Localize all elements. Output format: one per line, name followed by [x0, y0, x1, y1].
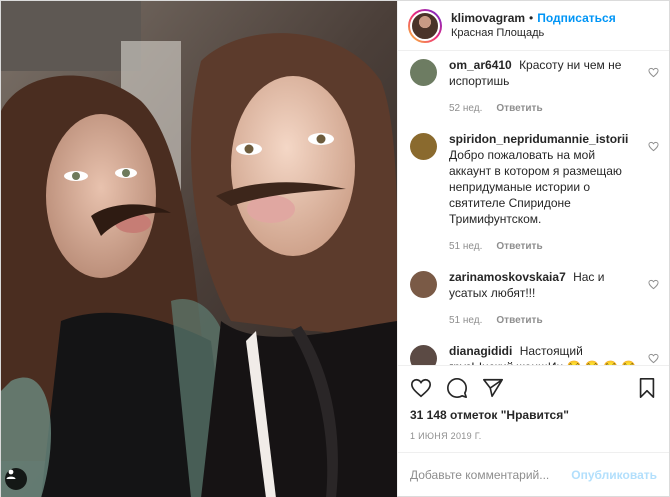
post-header: klimovagram • Подписаться Красная Площад…: [398, 1, 669, 51]
comment-age[interactable]: 51 нед.: [449, 239, 482, 255]
comment-item: zarinamoskovskaia7 Нас и усатых любят!!!…: [410, 269, 659, 329]
add-comment-bar: Опубликовать: [398, 452, 669, 496]
comment-like-heart-icon[interactable]: [648, 67, 659, 78]
commenter-username[interactable]: dianagididi: [449, 344, 512, 358]
author-info: klimovagram • Подписаться Красная Площад…: [451, 11, 616, 41]
comment-input[interactable]: [410, 467, 572, 482]
comment-icon[interactable]: [446, 377, 468, 399]
reply-button[interactable]: Ответить: [496, 239, 542, 255]
action-icons-bar: [410, 372, 657, 404]
commenter-username[interactable]: om_ar6410: [449, 58, 512, 72]
likes-count[interactable]: 31 148 отметок "Нравится": [410, 408, 657, 422]
commenter-username[interactable]: zarinamoskovskaia7: [449, 270, 566, 284]
commenter-avatar[interactable]: [410, 345, 437, 365]
photo-illustration: [1, 1, 397, 497]
reply-button[interactable]: Ответить: [496, 313, 542, 329]
comment-like-heart-icon[interactable]: [648, 353, 659, 364]
comment-age[interactable]: 51 нед.: [449, 313, 482, 329]
comment-like-heart-icon[interactable]: [648, 279, 659, 290]
post-sidebar: klimovagram • Подписаться Красная Площад…: [397, 1, 669, 496]
share-icon[interactable]: [482, 377, 504, 399]
publish-button[interactable]: Опубликовать: [571, 468, 657, 482]
commenter-avatar[interactable]: [410, 59, 437, 86]
bookmark-icon[interactable]: [637, 377, 657, 399]
post-photo[interactable]: [1, 1, 397, 497]
commenter-username[interactable]: spiridon_nepridumannie_istorii: [449, 132, 628, 146]
post-actions: 31 148 отметок "Нравится" 1 ИЮНЯ 2019 Г.: [398, 365, 669, 452]
comment-like-heart-icon[interactable]: [648, 141, 659, 152]
author-avatar[interactable]: [408, 8, 442, 43]
commenter-avatar[interactable]: [410, 133, 437, 160]
heart-icon[interactable]: [410, 377, 432, 399]
comment-item: om_ar6410 Красоту ни чем не испортишь 52…: [410, 57, 659, 117]
comment-age[interactable]: 52 нед.: [449, 101, 482, 117]
post-location[interactable]: Красная Площадь: [451, 26, 616, 41]
commenter-avatar[interactable]: [410, 271, 437, 298]
comment-item: dianagididi Настоящий грузЫнский женщИн …: [410, 343, 659, 365]
comment-item: spiridon_nepridumannie_istorii Добро пож…: [410, 131, 659, 255]
post-date[interactable]: 1 ИЮНЯ 2019 Г.: [410, 431, 657, 441]
comments-list[interactable]: om_ar6410 Красоту ни чем не испортишь 52…: [398, 51, 669, 365]
reply-button[interactable]: Ответить: [496, 101, 542, 117]
follow-button[interactable]: Подписаться: [537, 11, 615, 26]
user-tag-icon[interactable]: [5, 468, 27, 490]
comment-text: Добро пожаловать на мой аккаунт в которо…: [449, 148, 622, 226]
instagram-post: klimovagram • Подписаться Красная Площад…: [0, 0, 670, 497]
separator-dot: •: [529, 10, 534, 25]
author-username[interactable]: klimovagram: [451, 11, 525, 26]
